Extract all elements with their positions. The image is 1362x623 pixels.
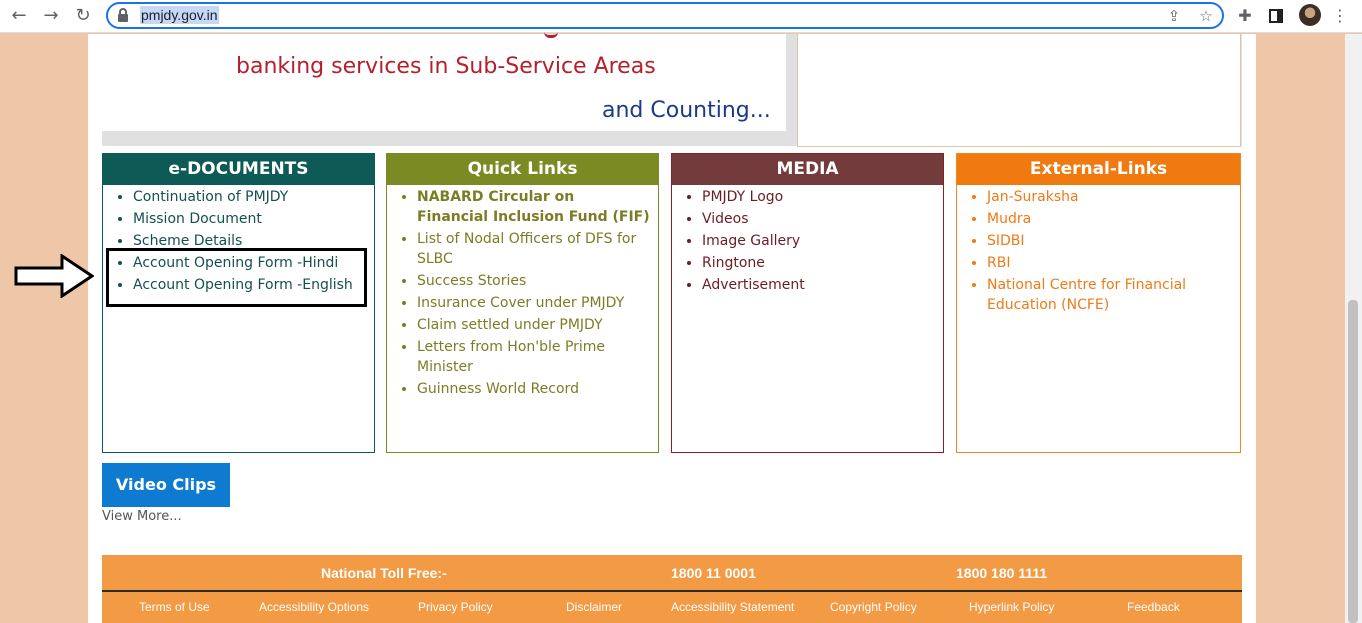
quick-link-success-stories[interactable]: Success Stories bbox=[417, 271, 650, 291]
media-link-ringtone[interactable]: Ringtone bbox=[702, 253, 935, 273]
banner-right-panel bbox=[797, 34, 1241, 147]
banner-text-line2: and Counting... bbox=[602, 98, 771, 123]
external-link-ncfe[interactable]: National Centre for Financial Education … bbox=[987, 275, 1232, 315]
bookmark-star-icon[interactable]: ☆ bbox=[1196, 6, 1216, 26]
highlight-box-account-forms bbox=[106, 248, 367, 307]
footer-link-feedback[interactable]: Feedback bbox=[1127, 600, 1180, 614]
toll-free-label: National Toll Free:- bbox=[321, 565, 447, 581]
external-links-list: Jan-Suraksha Mudra SIDBI RBI National Ce… bbox=[957, 185, 1240, 315]
address-bar[interactable]: pmjdy.gov.in ⇪ ☆ bbox=[106, 2, 1224, 29]
external-link-rbi[interactable]: RBI bbox=[987, 253, 1232, 273]
scrollbar-thumb[interactable] bbox=[1348, 300, 1358, 623]
external-link-sidbi[interactable]: SIDBI bbox=[987, 231, 1232, 251]
external-links-title: External-Links bbox=[957, 154, 1240, 185]
extensions-icon[interactable]: ✚ bbox=[1233, 4, 1257, 28]
footer-divider bbox=[102, 590, 1242, 592]
footer-link-disclaimer[interactable]: Disclaimer bbox=[566, 600, 622, 614]
media-panel: MEDIA PMJDY Logo Videos Image Gallery Ri… bbox=[671, 153, 944, 453]
toll-free-number-2: 1800 180 1111 bbox=[956, 565, 1048, 581]
footer-link-terms[interactable]: Terms of Use bbox=[139, 600, 210, 614]
reload-icon[interactable]: ↻ bbox=[70, 4, 96, 28]
view-more-link[interactable]: View More... bbox=[102, 509, 182, 524]
quick-link-insurance-cover[interactable]: Insurance Cover under PMJDY bbox=[417, 293, 650, 313]
media-link-advertisement[interactable]: Advertisement bbox=[702, 275, 935, 295]
media-link-image-gallery[interactable]: Image Gallery bbox=[702, 231, 935, 251]
media-link-logo[interactable]: PMJDY Logo bbox=[702, 187, 935, 207]
footer-link-accessibility-statement[interactable]: Accessibility Statement bbox=[671, 600, 794, 614]
lock-icon[interactable] bbox=[118, 8, 128, 22]
edocuments-title: e-DOCUMENTS bbox=[103, 154, 374, 185]
annotation-arrow-icon bbox=[14, 254, 94, 298]
edoc-link-mission-document[interactable]: Mission Document bbox=[133, 209, 366, 229]
quick-link-nabard[interactable]: NABARD Circular on Financial Inclusion F… bbox=[417, 187, 650, 227]
external-links-panel: External-Links Jan-Suraksha Mudra SIDBI … bbox=[956, 153, 1241, 453]
external-link-jan-suraksha[interactable]: Jan-Suraksha bbox=[987, 187, 1232, 207]
video-clips-button[interactable]: Video Clips bbox=[102, 463, 230, 507]
quick-link-nodal-officers[interactable]: List of Nodal Officers of DFS for SLBC bbox=[417, 229, 650, 269]
side-panel-icon[interactable] bbox=[1264, 4, 1288, 28]
media-link-videos[interactable]: Videos bbox=[702, 209, 935, 229]
media-list: PMJDY Logo Videos Image Gallery Ringtone… bbox=[672, 185, 943, 295]
browser-toolbar: ← → ↻ pmjdy.gov.in ⇪ ☆ ✚ ⋮ bbox=[0, 0, 1362, 33]
quick-links-panel: Quick Links NABARD Circular on Financial… bbox=[386, 153, 659, 453]
back-arrow-icon[interactable]: ← bbox=[6, 4, 32, 28]
media-title: MEDIA bbox=[672, 154, 943, 185]
url-text[interactable]: pmjdy.gov.in bbox=[140, 6, 219, 24]
toll-free-number-1: 1800 11 0001 bbox=[671, 565, 756, 581]
forward-arrow-icon[interactable]: → bbox=[38, 4, 64, 28]
footer-link-privacy[interactable]: Privacy Policy bbox=[418, 600, 493, 614]
edoc-link-continuation[interactable]: Continuation of PMJDY bbox=[133, 187, 366, 207]
quick-link-guinness[interactable]: Guinness World Record bbox=[417, 379, 650, 399]
footer-link-copyright[interactable]: Copyright Policy bbox=[830, 600, 917, 614]
profile-avatar[interactable] bbox=[1299, 4, 1321, 26]
quick-link-letters-pm[interactable]: Letters from Hon'ble Prime Minister bbox=[417, 337, 650, 377]
external-link-mudra[interactable]: Mudra bbox=[987, 209, 1232, 229]
quick-links-title: Quick Links bbox=[387, 154, 658, 185]
banner-cropped-glyph bbox=[544, 28, 558, 38]
footer-link-accessibility-options[interactable]: Accessibility Options bbox=[259, 600, 369, 614]
share-icon[interactable]: ⇪ bbox=[1164, 6, 1184, 26]
quick-links-list: NABARD Circular on Financial Inclusion F… bbox=[387, 185, 658, 399]
footer-link-hyperlink[interactable]: Hyperlink Policy bbox=[969, 600, 1054, 614]
quick-link-claim-settled[interactable]: Claim settled under PMJDY bbox=[417, 315, 650, 335]
banner-text-line1: banking services in Sub-Service Areas bbox=[236, 54, 656, 79]
browser-menu-icon[interactable]: ⋮ bbox=[1328, 4, 1352, 28]
